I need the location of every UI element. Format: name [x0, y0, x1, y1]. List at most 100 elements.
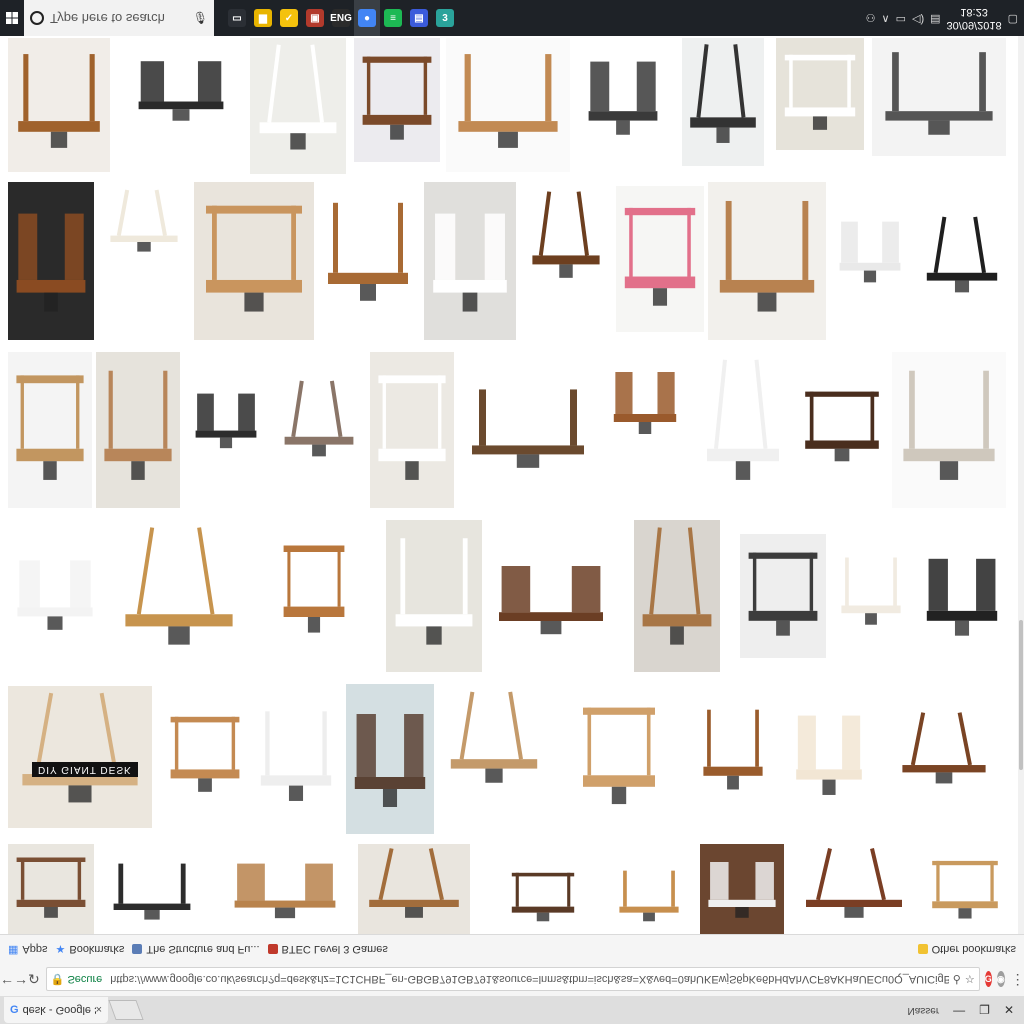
image-result-thumbnail[interactable]: [698, 352, 788, 508]
bookmark-item-1-label: The Structure and Fu...: [146, 943, 260, 955]
image-result-thumbnail[interactable]: [918, 534, 1006, 658]
close-tab-icon[interactable]: ×: [96, 1004, 102, 1016]
image-result-thumbnail[interactable]: [788, 690, 870, 818]
new-tab-button[interactable]: [108, 1000, 144, 1020]
bookmark-star-icon[interactable]: ☆: [965, 973, 975, 986]
image-result-thumbnail[interactable]: [832, 202, 908, 300]
image-result-thumbnail[interactable]: DIY GIANT DESK: [8, 686, 152, 828]
image-result-thumbnail[interactable]: [8, 352, 92, 508]
image-result-thumbnail[interactable]: [446, 38, 570, 172]
image-result-thumbnail[interactable]: [8, 538, 102, 650]
bookmark-item-1[interactable]: The Structure and Fu...: [132, 943, 260, 955]
image-result-thumbnail[interactable]: [924, 848, 1006, 934]
image-result-thumbnail[interactable]: [458, 376, 598, 488]
scrollbar-thumb[interactable]: [1019, 620, 1023, 770]
taskbar-app[interactable]: ENG: [328, 0, 354, 36]
bookmark-apps[interactable]: ▦ Apps: [8, 943, 47, 956]
windows-start-button[interactable]: [0, 0, 24, 36]
image-result-thumbnail[interactable]: [128, 42, 234, 138]
image-result-thumbnail[interactable]: [682, 38, 764, 166]
microphone-icon[interactable]: 🎙: [193, 11, 208, 25]
tab-google-search[interactable]: G desk - Google Search ×: [4, 997, 108, 1023]
network-icon[interactable]: ▭: [896, 12, 906, 25]
bookmark-other[interactable]: Other bookmarks: [917, 943, 1016, 955]
image-result-thumbnail[interactable]: [918, 212, 1006, 310]
image-result-thumbnail[interactable]: [8, 182, 94, 340]
image-result-thumbnail[interactable]: [892, 352, 1006, 508]
image-result-thumbnail[interactable]: [606, 352, 684, 452]
zoom-icon[interactable]: ⚲: [953, 973, 961, 986]
image-result-thumbnail[interactable]: [524, 186, 608, 298]
image-result-thumbnail[interactable]: [222, 846, 348, 934]
image-result-thumbnail[interactable]: [104, 854, 200, 934]
image-result-thumbnail[interactable]: [346, 684, 434, 834]
page-scrollbar[interactable]: [1018, 36, 1024, 934]
taskbar-app[interactable]: ▤: [406, 0, 432, 36]
image-result-thumbnail[interactable]: [794, 844, 914, 934]
image-result-thumbnail[interactable]: [358, 844, 470, 934]
extension-icon[interactable]: ◉: [996, 971, 1005, 987]
image-result-thumbnail[interactable]: [834, 546, 908, 642]
image-result-thumbnail[interactable]: [276, 526, 352, 656]
image-result-thumbnail[interactable]: [250, 38, 346, 174]
desk-image: [395, 538, 473, 645]
image-result-thumbnail[interactable]: [616, 186, 704, 332]
taskbar-app[interactable]: ≡: [380, 0, 406, 36]
image-result-thumbnail[interactable]: [634, 520, 720, 672]
taskbar-app[interactable]: ▣: [302, 0, 328, 36]
image-result-thumbnail[interactable]: [892, 708, 996, 800]
image-result-thumbnail[interactable]: [354, 38, 440, 162]
image-result-thumbnail[interactable]: [708, 182, 826, 340]
image-result-thumbnail[interactable]: [696, 696, 770, 810]
back-arrow-icon[interactable]: ←: [0, 971, 14, 987]
image-result-thumbnail[interactable]: [796, 376, 888, 480]
image-result-thumbnail[interactable]: [318, 186, 418, 326]
volume-icon[interactable]: ◁): [912, 12, 924, 25]
image-result-thumbnail[interactable]: [424, 182, 516, 340]
image-result-thumbnail[interactable]: [102, 186, 186, 266]
image-result-thumbnail[interactable]: [112, 520, 246, 672]
image-result-thumbnail[interactable]: [8, 38, 110, 172]
image-result-thumbnail[interactable]: [162, 700, 248, 812]
maximize-icon[interactable]: ❐: [979, 1003, 990, 1017]
menu-dots-icon[interactable]: ⋮: [1011, 971, 1024, 988]
image-result-thumbnail[interactable]: [872, 38, 1006, 156]
chevron-up-icon[interactable]: ∨: [882, 12, 890, 25]
image-result-thumbnail[interactable]: [188, 376, 264, 464]
grammarly-extension-icon[interactable]: G: [984, 971, 992, 987]
image-result-thumbnail[interactable]: [96, 352, 180, 508]
forward-arrow-icon[interactable]: →: [14, 971, 28, 987]
image-result-thumbnail[interactable]: [440, 686, 548, 804]
image-result-thumbnail[interactable]: [504, 862, 582, 934]
minimize-icon[interactable]: —: [953, 1003, 965, 1017]
taskbar-app[interactable]: ▭: [224, 0, 250, 36]
image-result-thumbnail[interactable]: [252, 696, 340, 824]
reload-icon[interactable]: ↻: [28, 971, 40, 988]
image-result-thumbnail[interactable]: [612, 862, 686, 934]
language-icon[interactable]: ▤: [930, 12, 940, 25]
image-result-thumbnail[interactable]: [740, 534, 826, 658]
taskbar-app[interactable]: ▆: [250, 0, 276, 36]
image-result-thumbnail[interactable]: [700, 844, 784, 934]
image-result-thumbnail[interactable]: [486, 544, 616, 654]
image-result-thumbnail[interactable]: [386, 520, 482, 672]
image-result-thumbnail[interactable]: [276, 376, 362, 474]
image-result-thumbnail[interactable]: [8, 844, 94, 934]
bookmark-bookmarks[interactable]: ★ Bookmarks: [55, 943, 124, 956]
taskbar-search-box[interactable]: Type here to search 🎙: [24, 0, 214, 36]
address-bar[interactable]: 🔒 Secure https://www.google.co.uk/search…: [45, 967, 980, 991]
taskbar-app[interactable]: 3: [432, 0, 458, 36]
image-result-thumbnail[interactable]: [370, 352, 454, 508]
image-result-thumbnail[interactable]: [574, 686, 664, 830]
image-result-thumbnail[interactable]: [776, 38, 864, 150]
close-window-icon[interactable]: ✕: [1004, 1003, 1014, 1017]
image-result-thumbnail[interactable]: [580, 38, 666, 156]
notifications-icon[interactable]: ▢: [1008, 12, 1018, 25]
image-result-thumbnail[interactable]: [194, 182, 314, 340]
taskbar-app[interactable]: ✓: [276, 0, 302, 36]
profile-name[interactable]: Nasser: [907, 1005, 939, 1016]
taskbar-app[interactable]: ●: [354, 0, 380, 36]
bookmark-item-2[interactable]: BTEC Level 3 Games: [267, 943, 388, 955]
people-icon[interactable]: ⚇: [866, 12, 876, 25]
taskbar-clock[interactable]: 30/09/2018 18:23: [947, 5, 1002, 31]
